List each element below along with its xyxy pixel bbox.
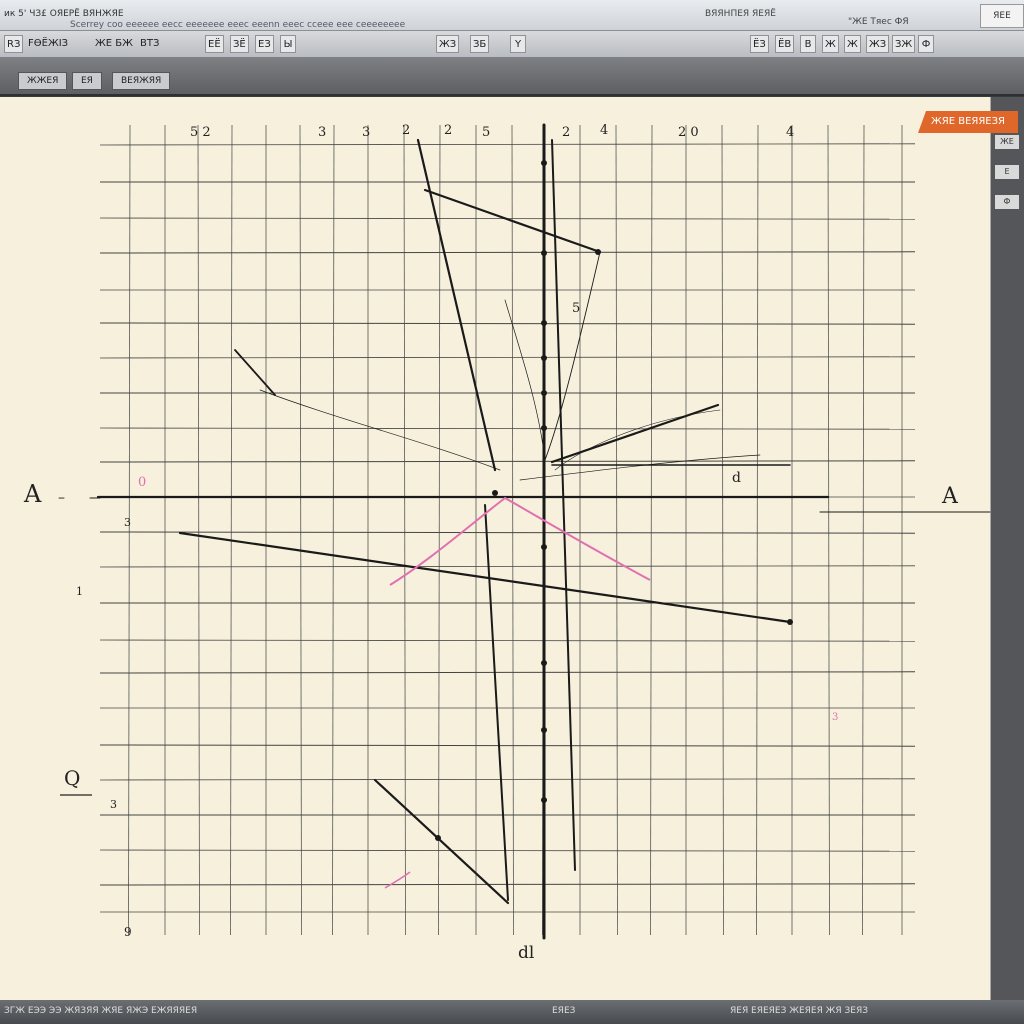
- grid-hline: [99, 744, 916, 747]
- left-mark-1: 3: [124, 516, 131, 529]
- grid-vline: [332, 124, 335, 936]
- top-mark-1: 5 2: [190, 125, 211, 140]
- top-mark-9: 2 0: [678, 125, 699, 140]
- label-a-left: A: [23, 480, 42, 508]
- diag-line-upper-right: [550, 403, 720, 464]
- grid-vline: [299, 124, 302, 936]
- grid-vline: [827, 124, 830, 936]
- axis-tick-dots: [435, 160, 793, 841]
- grid-hline: [99, 251, 916, 254]
- status-bar: ЗГЖ ЕЭЭ ЭЭ ЖЯЗЯЯ ЖЯЕ ЯЖЭ ЕЖЯЯЯЕЯ ЕЯЕЗ ЯЕ…: [0, 1000, 1024, 1024]
- thin-sketch-3: [259, 389, 501, 471]
- diag-line-top-left: [416, 138, 497, 472]
- label-bottom-center: dl: [518, 943, 534, 963]
- label-mid-5: 5: [572, 301, 580, 316]
- grid-vline: [511, 124, 514, 936]
- left-mark-3: 3: [110, 798, 117, 811]
- grid-vline: [615, 124, 618, 936]
- grid-hline: [99, 427, 916, 430]
- label-pink-0: 0: [138, 475, 146, 490]
- thin-sketch-2: [504, 299, 546, 463]
- grid-hline: [99, 531, 916, 534]
- left-axis-marks: 3 1 3: [76, 516, 131, 811]
- pink-mark-lower: [384, 871, 411, 889]
- grid-vline: [128, 124, 131, 936]
- status-mid: ЕЯЕЗ: [552, 1006, 576, 1016]
- grid-lines: [99, 124, 916, 936]
- top-mark-7: 2: [562, 125, 570, 140]
- grid-hline: [99, 778, 916, 781]
- top-mark-2: 3: [318, 125, 326, 140]
- grid-hline: [99, 322, 916, 325]
- top-mark-8: 4: [600, 123, 608, 138]
- pink-curve: [389, 496, 651, 586]
- status-right: ЯЕЯ ЕЯЕЯЕЗ ЖЕЯЕЯ ЖЯ ЗЕЯЗ: [730, 1006, 868, 1016]
- grid-vline: [721, 124, 724, 936]
- grid-hline: [99, 565, 916, 568]
- grid-hline: [99, 356, 916, 359]
- vertical-axis-secondary: [551, 139, 576, 871]
- label-bottom-left: 9: [124, 925, 132, 939]
- vertical-line-center-left: [484, 504, 509, 901]
- ink-strokes: [89, 123, 991, 940]
- top-mark-6: 5: [482, 125, 490, 140]
- short-line-left: [234, 349, 276, 396]
- grid-hline: [99, 460, 916, 463]
- label-a-left-dash: –: [58, 490, 65, 506]
- grid-vline: [756, 124, 759, 936]
- grid-hline: [99, 143, 916, 146]
- grid-hline: [99, 639, 916, 642]
- diag-line-left: [178, 531, 792, 624]
- label-pink-right: 3: [832, 712, 838, 723]
- left-mark-2: 1: [76, 585, 83, 598]
- top-mark-3: 3: [362, 125, 370, 140]
- grid-hline: [99, 671, 916, 674]
- grid-hline: [99, 849, 916, 852]
- grid-vline: [403, 124, 406, 936]
- top-axis-marks: 5 2 3 3 2 2 5 2 4 2 0 4: [190, 123, 794, 140]
- grid-vline: [230, 124, 233, 936]
- thin-sketch-4: [519, 454, 761, 481]
- sketch-plot: A – A Q dl 9 5 d 0 3 5 2 3 3 2 2 5 2 4 2…: [23, 123, 991, 963]
- grid-vline: [650, 124, 653, 936]
- label-mid-right-d: d: [732, 470, 741, 486]
- label-a-right: A: [941, 484, 959, 509]
- status-left: ЗГЖ ЕЭЭ ЭЭ ЖЯЗЯЯ ЖЯЕ ЯЖЭ ЕЖЯЯЯЕЯ: [4, 1006, 198, 1016]
- grid-vline: [438, 124, 441, 936]
- top-mark-10: 4: [786, 125, 794, 140]
- label-q: Q: [64, 766, 80, 790]
- grid-vline: [197, 124, 200, 936]
- top-mark-5: 2: [444, 123, 452, 138]
- top-mark-4: 2: [402, 123, 410, 138]
- grid-vline: [862, 124, 865, 936]
